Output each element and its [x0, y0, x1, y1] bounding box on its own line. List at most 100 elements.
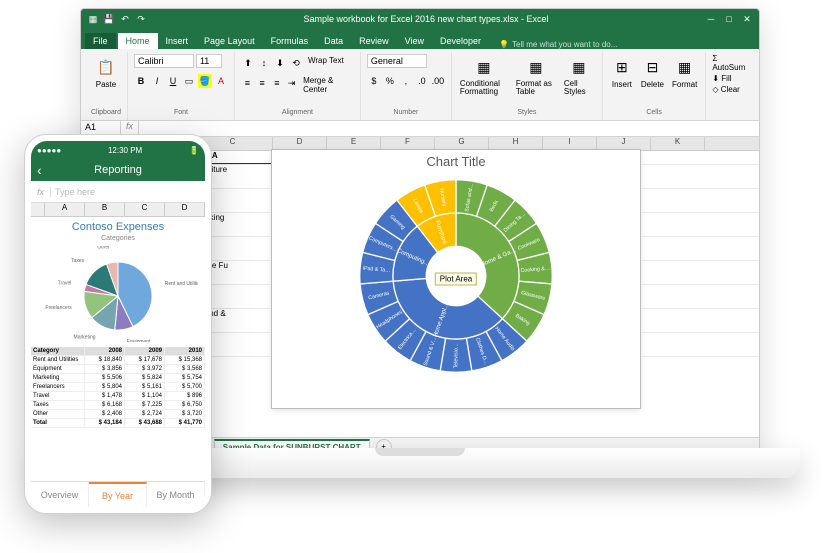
td[interactable]: $ 5,700 — [165, 383, 205, 391]
col-header[interactable]: C — [125, 203, 165, 216]
fill-button[interactable]: ⬇ Fill — [712, 74, 731, 83]
td[interactable]: $ 5,506 — [85, 374, 125, 382]
td[interactable]: $ 1,104 — [125, 392, 165, 400]
italic-button[interactable]: I — [150, 74, 164, 88]
tab-insert[interactable]: Insert — [158, 33, 197, 49]
tab-review[interactable]: Review — [351, 33, 397, 49]
tab-view[interactable]: View — [397, 33, 432, 49]
phone-chart-title: Contoso Expenses — [35, 221, 201, 233]
tab-data[interactable]: Data — [316, 33, 351, 49]
delete-cells-button[interactable]: ⊟ Delete — [639, 54, 666, 91]
td[interactable]: $ 5,824 — [125, 374, 165, 382]
tab-page-layout[interactable]: Page Layout — [196, 33, 263, 49]
bold-button[interactable]: B — [134, 74, 148, 88]
td[interactable]: $ 3,856 — [85, 365, 125, 373]
col-header[interactable]: D — [165, 203, 205, 216]
redo-icon[interactable]: ↷ — [135, 13, 147, 25]
wrap-text-button[interactable]: Wrap Text — [308, 56, 344, 70]
border-button[interactable]: ▭ — [182, 74, 196, 88]
autosum-button[interactable]: Σ AutoSum — [712, 54, 749, 72]
td[interactable]: $ 5,804 — [85, 383, 125, 391]
tab-formulas[interactable]: Formulas — [263, 33, 317, 49]
td[interactable]: $ 5,161 — [125, 383, 165, 391]
sunburst-chart[interactable]: Chart Title Sofas and…BedsDining Ta…Cook… — [271, 149, 641, 409]
font-name-select[interactable] — [134, 54, 194, 68]
td[interactable]: $ 6,750 — [165, 401, 205, 409]
fx-icon[interactable]: fx — [31, 187, 51, 197]
close-icon[interactable]: ✕ — [741, 13, 753, 25]
td[interactable]: $ 43,184 — [85, 419, 125, 427]
phone-tab-by-month[interactable]: By Month — [147, 482, 205, 507]
td[interactable]: Marketing — [31, 374, 85, 382]
back-icon[interactable]: ‹ — [37, 162, 42, 178]
td[interactable]: $ 43,688 — [125, 419, 165, 427]
percent-icon[interactable]: % — [383, 74, 397, 88]
td[interactable]: $ 17,678 — [125, 356, 165, 364]
paste-label: Paste — [96, 80, 116, 89]
td[interactable]: $ 1,478 — [85, 392, 125, 400]
font-size-select[interactable] — [196, 54, 222, 68]
td[interactable]: $ 18,840 — [85, 356, 125, 364]
fill-color-button[interactable]: 🪣 — [198, 74, 212, 88]
td[interactable]: $ 7,225 — [125, 401, 165, 409]
format-cells-button[interactable]: ▦ Format — [670, 54, 699, 91]
td[interactable]: $ 896 — [165, 392, 205, 400]
currency-icon[interactable]: $ — [367, 74, 381, 88]
increase-decimal-icon[interactable]: .0 — [415, 74, 429, 88]
td[interactable]: $ 3,720 — [165, 410, 205, 418]
phone-tab-by-year[interactable]: By Year — [89, 482, 147, 507]
align-left-icon[interactable]: ≡ — [241, 76, 254, 90]
undo-icon[interactable]: ↶ — [119, 13, 131, 25]
td[interactable]: Freelancers — [31, 383, 85, 391]
td[interactable]: $ 15,368 — [165, 356, 205, 364]
cell-styles-button[interactable]: ▦ Cell Styles — [562, 54, 596, 98]
align-middle-icon[interactable]: ↕ — [257, 56, 271, 70]
clear-button[interactable]: ◇ Clear — [712, 85, 740, 94]
number-format-select[interactable] — [367, 54, 427, 68]
align-center-icon[interactable]: ≡ — [256, 76, 269, 90]
align-bottom-icon[interactable]: ⬇ — [273, 56, 287, 70]
td[interactable]: $ 41,770 — [165, 419, 205, 427]
tab-developer[interactable]: Developer — [432, 33, 489, 49]
col-header[interactable]: K — [651, 137, 705, 150]
conditional-formatting-button[interactable]: ▦ Conditional Formatting — [458, 54, 510, 98]
comma-icon[interactable]: , — [399, 74, 413, 88]
merge-center-button[interactable]: Merge & Center — [303, 76, 354, 94]
col-header[interactable]: B — [85, 203, 125, 216]
tab-home[interactable]: Home — [118, 33, 158, 49]
td[interactable]: $ 3,972 — [125, 365, 165, 373]
decrease-decimal-icon[interactable]: .00 — [431, 74, 445, 88]
phone-table[interactable]: Category 2008 2009 2010 Rent and Utiliti… — [31, 347, 205, 481]
phone-tab-overview[interactable]: Overview — [31, 482, 89, 507]
td[interactable]: Equipment — [31, 365, 85, 373]
underline-button[interactable]: U — [166, 74, 180, 88]
formula-bar[interactable] — [139, 121, 759, 136]
td[interactable]: $ 2,408 — [85, 410, 125, 418]
col-header[interactable]: A — [45, 203, 85, 216]
tell-me-text: Tell me what you want to do... — [512, 40, 617, 49]
td[interactable]: $ 6,168 — [85, 401, 125, 409]
td[interactable]: Travel — [31, 392, 85, 400]
td[interactable]: $ 5,754 — [165, 374, 205, 382]
indent-icon[interactable]: ⇥ — [285, 76, 298, 90]
maximize-icon[interactable]: □ — [723, 13, 735, 25]
td[interactable]: $ 3,568 — [165, 365, 205, 373]
save-icon[interactable]: 💾 — [103, 13, 115, 25]
font-color-button[interactable]: A — [214, 74, 228, 88]
minimize-icon[interactable]: ─ — [705, 13, 717, 25]
tab-file[interactable]: File — [85, 33, 116, 49]
format-as-table-button[interactable]: ▦ Format as Table — [514, 54, 558, 98]
orientation-icon[interactable]: ⟲ — [289, 56, 303, 70]
align-right-icon[interactable]: ≡ — [271, 76, 284, 90]
td[interactable]: Other — [31, 410, 85, 418]
phone-chart[interactable]: Contoso Expenses Categories Rent and Uti… — [31, 217, 205, 347]
td[interactable]: $ 2,724 — [125, 410, 165, 418]
align-top-icon[interactable]: ⬆ — [241, 56, 255, 70]
tell-me-search[interactable]: 💡 Tell me what you want to do... — [499, 40, 617, 49]
insert-cells-button[interactable]: ⊞ Insert — [609, 54, 635, 91]
paste-button[interactable]: 📋 Paste — [93, 54, 119, 91]
td[interactable]: Taxes — [31, 401, 85, 409]
td[interactable]: Rent and Utilities — [31, 356, 85, 364]
phone-formula-input[interactable]: Type here — [51, 187, 205, 197]
td[interactable]: Total — [31, 419, 85, 427]
